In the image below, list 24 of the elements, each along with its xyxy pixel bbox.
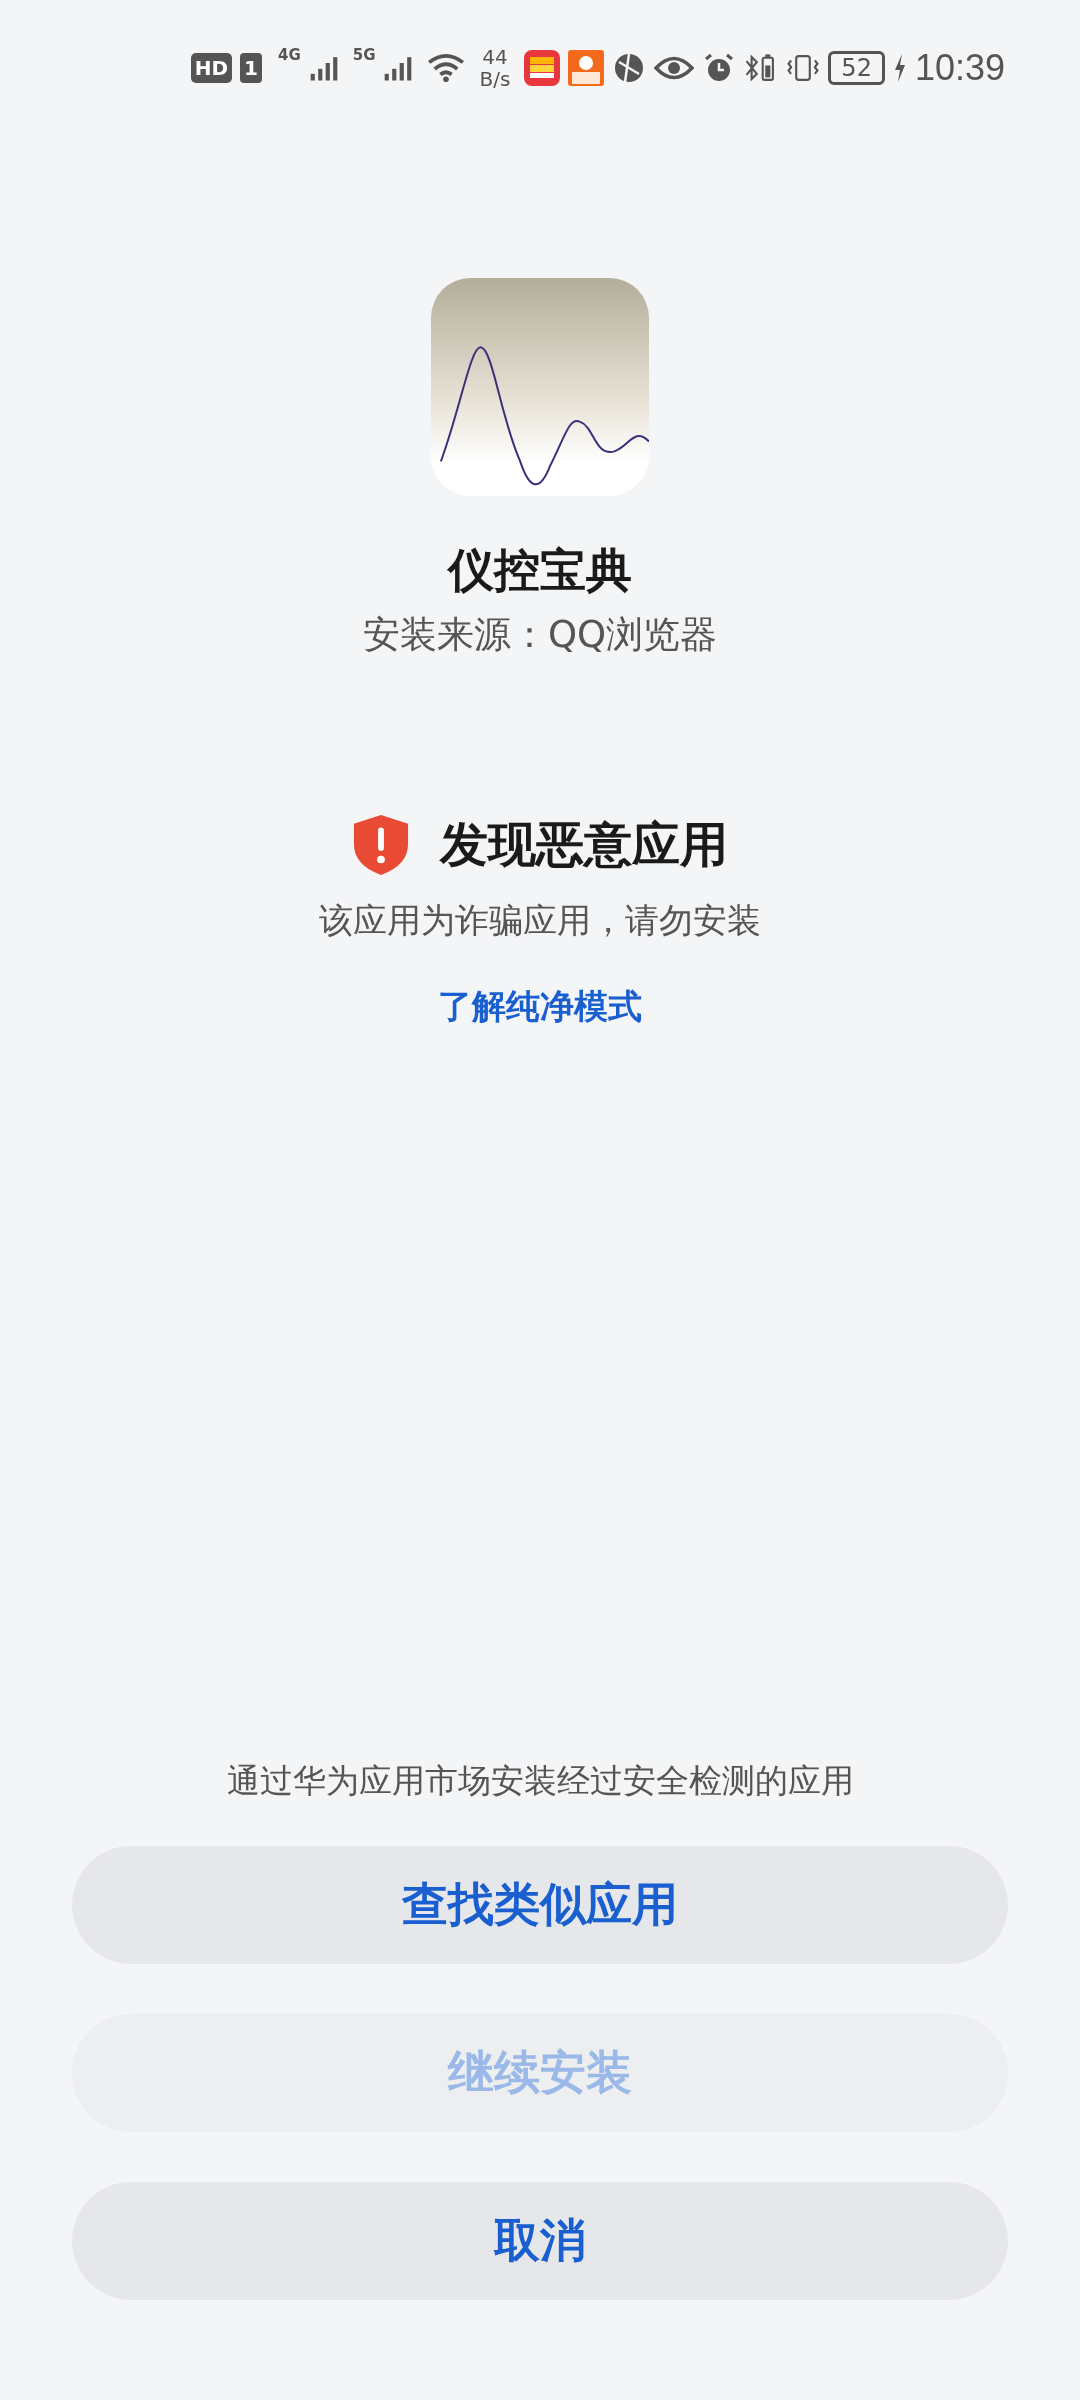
notification-app-icon bbox=[524, 50, 561, 86]
network-speed: 44 B/s bbox=[479, 46, 511, 90]
action-button[interactable]: 查找类似应用 bbox=[72, 1846, 1008, 1964]
app-icon bbox=[431, 278, 649, 496]
sim-badge: 1 bbox=[240, 53, 262, 83]
notification-app-icon bbox=[568, 50, 605, 86]
signal-icon bbox=[308, 54, 339, 82]
network-label: 4G bbox=[277, 46, 301, 64]
app-name: 仪控宝典 bbox=[448, 542, 632, 599]
charging-icon bbox=[892, 53, 907, 83]
network-label: 5G bbox=[352, 46, 376, 64]
hd-badge: HD bbox=[190, 53, 233, 83]
warning-message: 该应用为诈骗应用，请勿安装 bbox=[319, 899, 761, 942]
vibrate-icon bbox=[786, 52, 821, 84]
warning-title: 发现恶意应用 bbox=[440, 815, 728, 874]
warning-shield-icon bbox=[352, 812, 410, 878]
clock: 10:39 bbox=[914, 47, 1005, 89]
learn-more-link[interactable]: 了解纯净模式 bbox=[438, 984, 642, 1030]
install-source: 安装来源：QQ浏览器 bbox=[362, 612, 718, 658]
action-button[interactable]: 取消 bbox=[72, 2182, 1008, 2300]
hint-text: 通过华为应用市场安装经过安全检测的应用 bbox=[226, 1760, 854, 1802]
signal-icon bbox=[383, 54, 414, 82]
battery-level: 52 bbox=[828, 51, 885, 85]
wifi-icon bbox=[427, 53, 466, 83]
